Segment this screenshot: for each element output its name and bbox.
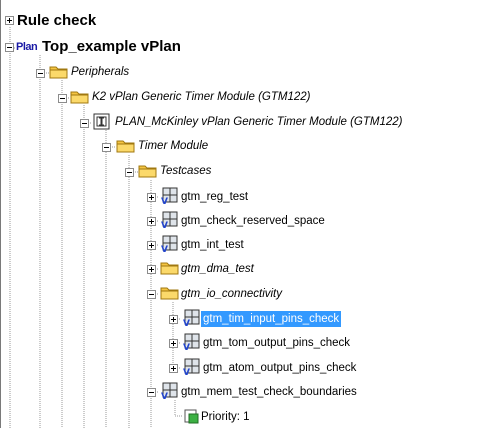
svg-text:V: V bbox=[161, 245, 168, 253]
collapse-toggle[interactable] bbox=[36, 69, 45, 78]
expand-toggle[interactable] bbox=[147, 265, 156, 274]
node-label: PLAN_McKinley vPlan Generic Timer Module… bbox=[115, 116, 403, 128]
plan-module-icon bbox=[93, 113, 110, 130]
node-label: Peripherals bbox=[71, 66, 130, 78]
folder-icon bbox=[49, 66, 68, 79]
node-label: gtm_dma_test bbox=[181, 263, 254, 275]
testcase-grid-icon: V bbox=[183, 358, 200, 376]
node-label: Testcases bbox=[160, 165, 212, 177]
expand-toggle[interactable] bbox=[169, 364, 178, 373]
node-label: gtm_tim_input_pins_check bbox=[201, 311, 342, 327]
testcase-grid-icon: V bbox=[161, 235, 178, 253]
collapse-toggle[interactable] bbox=[147, 290, 156, 299]
folder-icon bbox=[116, 140, 135, 153]
svg-text:V: V bbox=[161, 197, 168, 205]
testcase-grid-icon: V bbox=[183, 309, 200, 327]
vplan-tree[interactable]: Rule check Plan Top_example vPlan Periph… bbox=[0, 0, 498, 428]
node-label: K2 vPlan Generic Timer Module (GTM122) bbox=[92, 91, 311, 103]
svg-text:V: V bbox=[183, 319, 190, 327]
testcase-grid-icon: V bbox=[161, 382, 178, 400]
node-label: gtm_atom_output_pins_check bbox=[203, 362, 357, 374]
node-label: gtm_io_connectivity bbox=[181, 288, 282, 300]
expand-toggle[interactable] bbox=[147, 241, 156, 250]
folder-icon bbox=[138, 165, 157, 178]
testcase-grid-icon: V bbox=[183, 333, 200, 351]
plan-icon: Plan bbox=[16, 41, 38, 53]
collapse-toggle[interactable] bbox=[5, 43, 14, 52]
collapse-toggle[interactable] bbox=[125, 168, 134, 177]
node-label: gtm_int_test bbox=[181, 239, 244, 251]
collapse-toggle[interactable] bbox=[58, 94, 67, 103]
expand-toggle[interactable] bbox=[169, 315, 178, 324]
folder-icon bbox=[70, 91, 89, 104]
node-label: Priority: 1 bbox=[201, 411, 250, 423]
testcase-grid-icon: V bbox=[161, 187, 178, 205]
expand-toggle[interactable] bbox=[5, 16, 14, 25]
node-label: gtm_check_reserved_space bbox=[181, 215, 325, 227]
priority-icon bbox=[184, 409, 199, 424]
node-label: Top_example vPlan bbox=[42, 38, 181, 55]
expand-toggle[interactable] bbox=[147, 217, 156, 226]
expand-toggle[interactable] bbox=[169, 339, 178, 348]
svg-text:V: V bbox=[161, 392, 168, 400]
testcase-grid-icon: V bbox=[161, 211, 178, 229]
svg-text:V: V bbox=[161, 221, 168, 229]
folder-icon bbox=[160, 287, 179, 300]
collapse-toggle[interactable] bbox=[80, 119, 89, 128]
expand-toggle[interactable] bbox=[147, 193, 156, 202]
folder-icon bbox=[160, 262, 179, 275]
collapse-toggle[interactable] bbox=[102, 143, 111, 152]
node-label: Timer Module bbox=[138, 140, 209, 152]
node-label: Rule check bbox=[17, 12, 97, 29]
collapse-toggle[interactable] bbox=[147, 388, 156, 397]
node-label: gtm_mem_test_check_boundaries bbox=[181, 386, 357, 398]
svg-text:V: V bbox=[183, 343, 190, 351]
node-label: gtm_tom_output_pins_check bbox=[203, 337, 351, 349]
svg-text:V: V bbox=[183, 368, 190, 376]
node-label: gtm_reg_test bbox=[181, 191, 249, 203]
